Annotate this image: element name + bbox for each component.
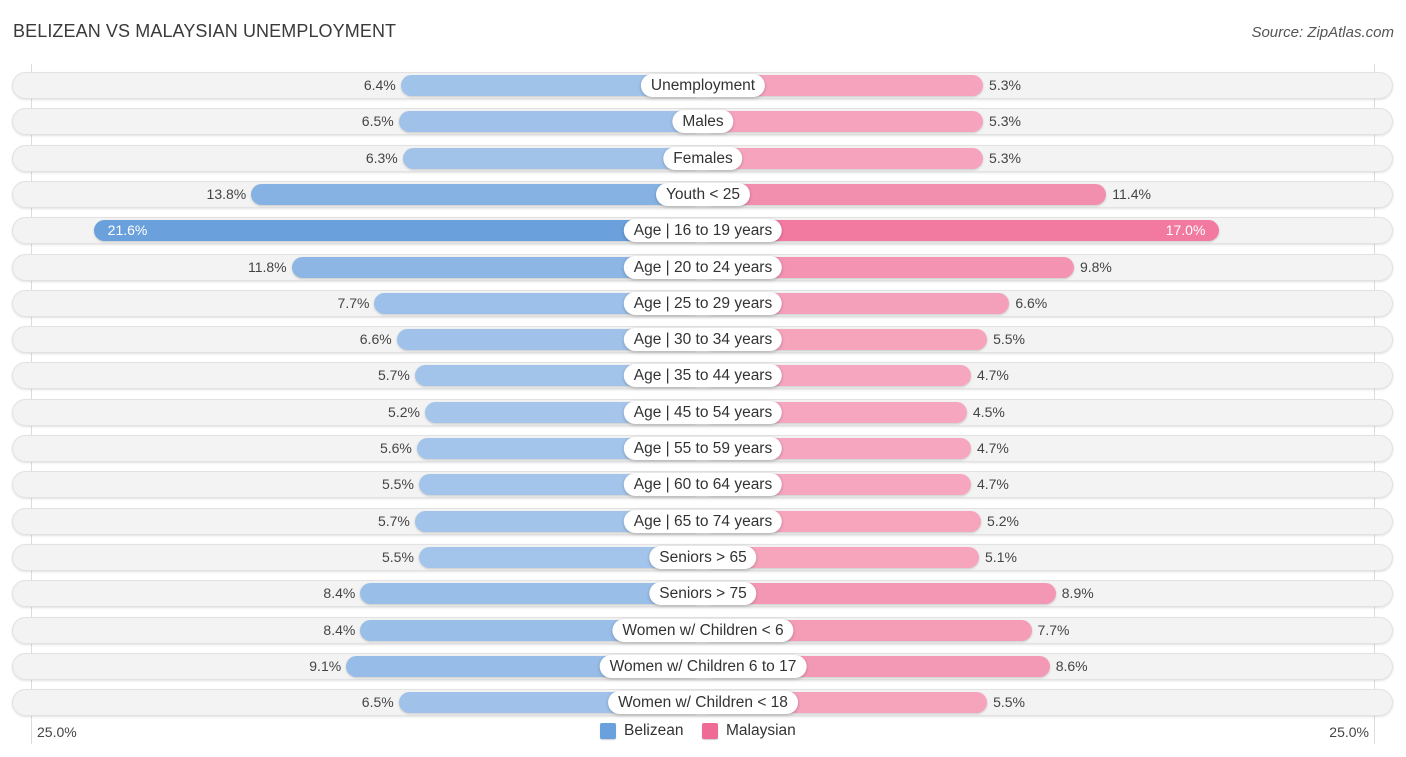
value-label-belizean: 5.2% — [388, 403, 420, 420]
value-label-belizean: 5.7% — [377, 512, 410, 529]
category-label: Age | 30 to 34 years — [623, 328, 783, 352]
chart-row: 5.5% 5.1% Seniors > 65 — [12, 543, 1393, 571]
value-label-malaysian: 4.7% — [976, 367, 1009, 384]
value-label-malaysian: 4.5% — [972, 403, 1005, 420]
value-label-belizean: 6.5% — [361, 113, 394, 130]
value-label-belizean: 11.8% — [247, 258, 287, 275]
chart-row: 6.3% 5.3% Females — [12, 144, 1393, 172]
value-label-malaysian: 8.6% — [1055, 657, 1088, 674]
value-label-malaysian: 5.3% — [989, 77, 1021, 93]
chart-row: 5.2% 4.5% Age | 45 to 54 years — [12, 398, 1393, 426]
value-label-malaysian: 5.3% — [989, 149, 1021, 166]
chart-row: 8.4% 7.7% Women w/ Children < 6 — [12, 616, 1393, 644]
category-label: Youth < 25 — [656, 182, 750, 206]
category-label: Age | 55 to 59 years — [623, 437, 783, 460]
value-label-belizean: 8.4% — [323, 621, 356, 638]
chart-row: 11.8% 9.8% Age | 20 to 24 years — [12, 253, 1393, 281]
category-label: Age | 16 to 19 years — [623, 219, 783, 243]
value-label-malaysian: 5.3% — [989, 113, 1021, 130]
value-label-belizean: 6.5% — [361, 694, 394, 711]
chart-row: 8.4% 8.9% Seniors > 75 — [12, 580, 1393, 608]
value-label-belizean: 5.7% — [377, 367, 410, 384]
category-label: Women w/ Children 6 to 17 — [599, 654, 807, 678]
category-label: Age | 45 to 54 years — [623, 400, 783, 424]
legend-swatch-malaysian — [702, 723, 718, 739]
value-label-belizean: 6.6% — [359, 331, 392, 348]
bar-malaysian[interactable] — [703, 111, 984, 133]
chart-row: 7.7% 6.6% Age | 25 to 29 years — [12, 289, 1393, 317]
legend-swatch-belizean — [600, 723, 616, 739]
value-label-malaysian: 5.1% — [985, 548, 1017, 565]
chart-row: 9.1% 8.6% Women w/ Children 6 to 17 — [12, 652, 1393, 680]
category-label: Age | 35 to 44 years — [623, 364, 783, 388]
value-label-malaysian: 4.7% — [976, 476, 1009, 493]
legend-label-malaysian: Malaysian — [726, 722, 796, 739]
category-label: Women w/ Children < 6 — [612, 618, 794, 642]
chart-row: 5.7% 5.2% Age | 65 to 74 years — [12, 507, 1393, 535]
category-label: Males — [672, 110, 734, 134]
category-label: Seniors > 75 — [649, 582, 757, 606]
bar-belizean[interactable] — [398, 111, 703, 133]
bar-malaysian[interactable] — [703, 183, 1107, 205]
legend-label-belizean: Belizean — [624, 722, 684, 739]
value-label-malaysian: 7.7% — [1037, 621, 1070, 638]
value-label-belizean: 5.6% — [379, 440, 412, 456]
chart-row: 6.5% 5.3% Males — [12, 108, 1393, 136]
chart-row: 5.5% 4.7% Age | 60 to 64 years — [12, 471, 1393, 499]
value-label-malaysian: 4.7% — [976, 440, 1009, 456]
value-label-belizean: 13.8% — [206, 185, 247, 202]
value-label-malaysian: 11.4% — [1112, 185, 1151, 202]
chart-row: 6.6% 5.5% Age | 30 to 34 years — [12, 326, 1393, 354]
chart-title: BELIZEAN VS MALAYSIAN UNEMPLOYMENT — [13, 21, 397, 41]
value-label-malaysian: 17.0% — [1165, 222, 1206, 239]
category-label: Unemployment — [640, 74, 766, 97]
value-label-belizean: 9.1% — [309, 657, 342, 674]
value-label-malaysian: 6.6% — [1015, 294, 1048, 311]
chart-row: 5.7% 4.7% Age | 35 to 44 years — [12, 362, 1393, 390]
value-label-belizean: 6.3% — [365, 149, 398, 166]
bar-malaysian[interactable] — [703, 147, 984, 169]
category-label: Age | 65 to 74 years — [623, 509, 783, 533]
category-label: Age | 20 to 24 years — [623, 255, 783, 279]
value-label-belizean: 8.4% — [323, 585, 356, 602]
chart-row: 6.5% 5.5% Women w/ Children < 18 — [12, 689, 1393, 717]
value-label-belizean: 5.5% — [381, 548, 414, 565]
bar-belizean[interactable] — [251, 183, 703, 205]
bar-belizean[interactable] — [93, 220, 703, 242]
value-label-malaysian: 5.5% — [993, 694, 1026, 711]
legend-item-belizean[interactable]: Belizean — [600, 722, 683, 740]
source-label: Source: ZipAtlas.com — [1251, 24, 1394, 41]
category-label: Females — [663, 146, 743, 170]
value-label-malaysian: 5.2% — [987, 512, 1019, 529]
chart-row: 6.4% 5.3% Unemployment — [12, 72, 1393, 99]
value-label-belizean: 5.5% — [381, 476, 414, 493]
bar-belizean[interactable] — [402, 147, 703, 169]
legend: Belizean Malaysian — [0, 722, 1406, 742]
value-label-belizean: 6.4% — [363, 77, 396, 93]
chart-row: 13.8% 11.4% Youth < 25 — [12, 180, 1393, 208]
value-label-malaysian: 5.5% — [993, 331, 1026, 348]
category-label: Age | 60 to 64 years — [623, 473, 783, 497]
value-label-malaysian: 9.8% — [1079, 258, 1112, 275]
chart-row: 21.6% 17.0% Age | 16 to 19 years — [12, 217, 1393, 245]
legend-item-malaysian[interactable]: Malaysian — [702, 722, 796, 740]
value-label-malaysian: 8.9% — [1061, 585, 1094, 602]
value-label-belizean: 21.6% — [107, 222, 148, 239]
category-label: Age | 25 to 29 years — [623, 291, 783, 315]
chart-row: 5.6% 4.7% Age | 55 to 59 years — [12, 435, 1393, 462]
value-label-belizean: 7.7% — [337, 294, 370, 311]
category-label: Seniors > 65 — [649, 545, 757, 569]
category-label: Women w/ Children < 18 — [608, 691, 798, 715]
